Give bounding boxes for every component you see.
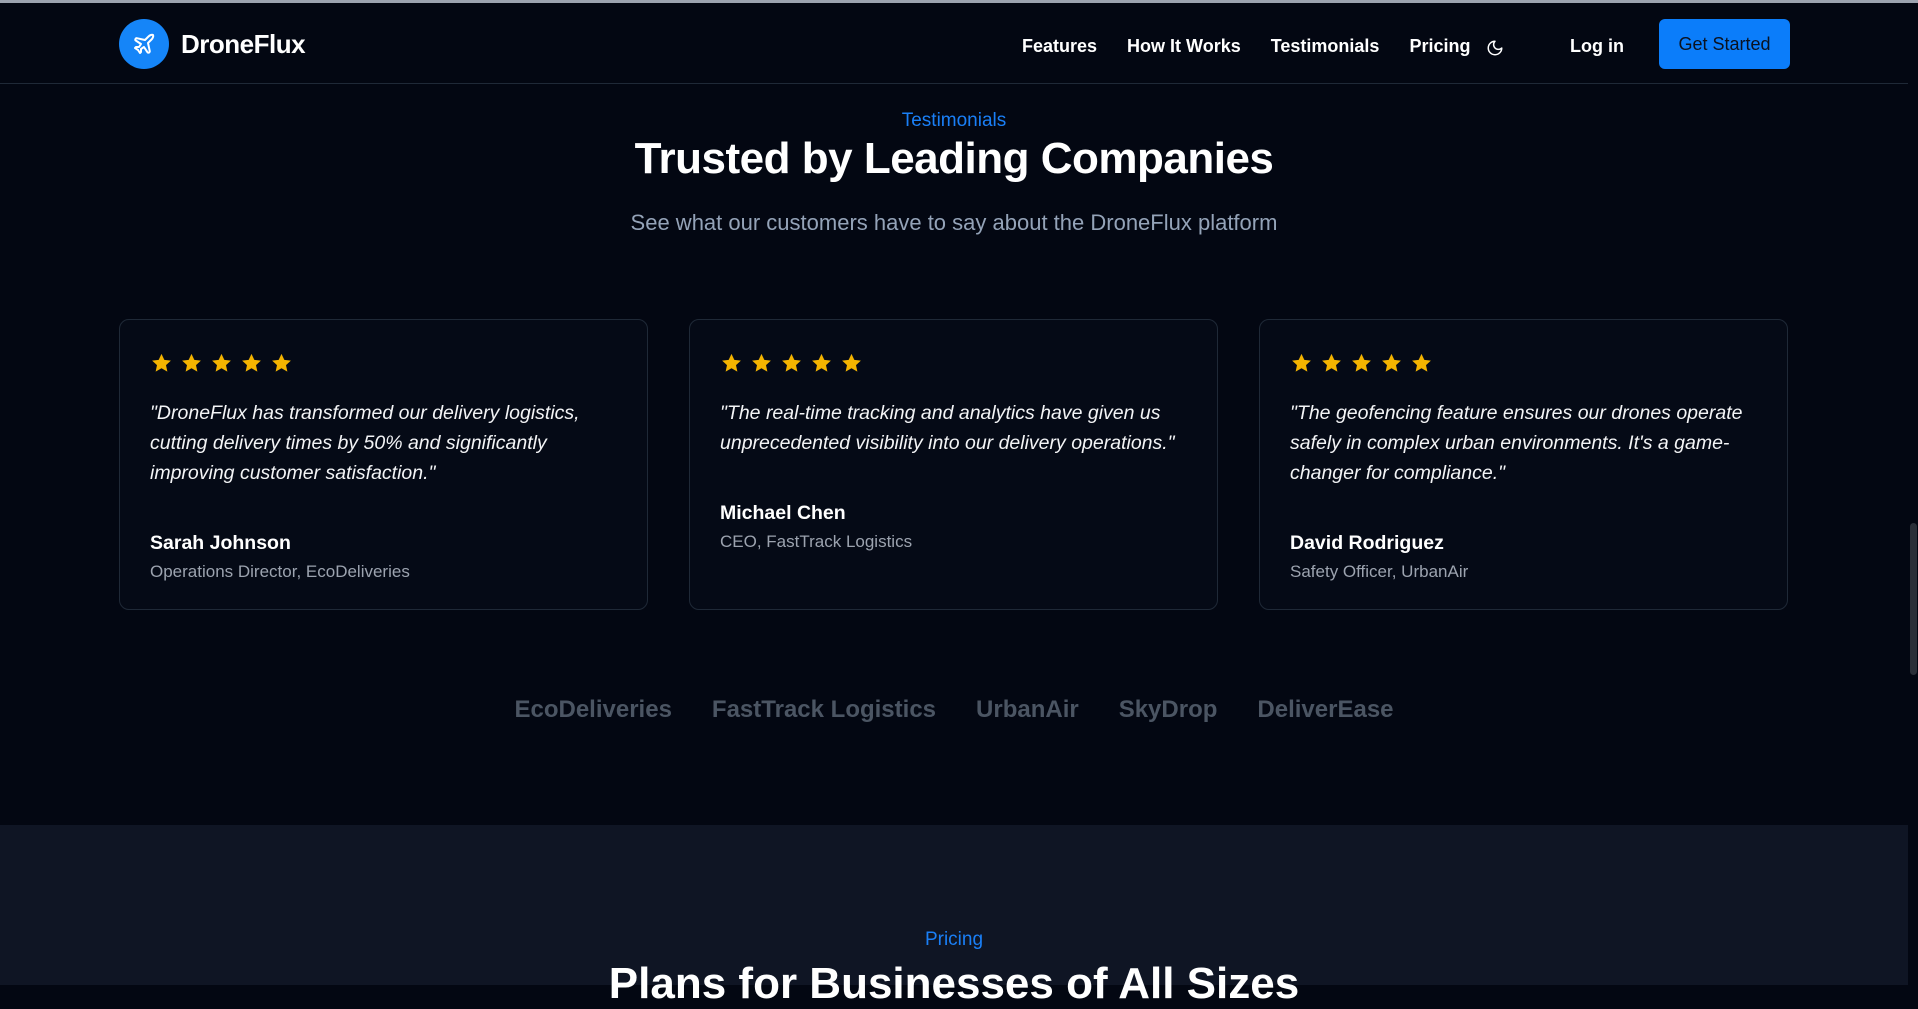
pricing-eyebrow: Pricing	[924, 929, 984, 950]
star-rating	[1290, 352, 1757, 378]
page-scrollbar[interactable]	[1908, 3, 1918, 974]
testimonial-role: Safety Officer, UrbanAir	[1290, 562, 1469, 581]
testimonial-author: David Rodriguez	[1290, 532, 1444, 554]
star-rating	[150, 352, 617, 378]
nav-pricing[interactable]: Pricing	[1409, 36, 1470, 57]
star-icon	[812, 353, 831, 372]
testimonial-cards: "DroneFlux has transformed our delivery …	[119, 319, 1788, 610]
nav-features[interactable]: Features	[1022, 36, 1097, 57]
star-icon	[1292, 353, 1311, 372]
star-icon	[722, 353, 741, 372]
brand-logo[interactable]: DroneFlux	[119, 19, 306, 69]
star-icon	[272, 353, 291, 372]
testimonial-role: CEO, FastTrack Logistics	[720, 532, 913, 551]
star-icon	[842, 353, 861, 372]
login-link[interactable]: Log in	[1570, 36, 1624, 57]
star-icon	[1322, 353, 1341, 372]
testimonial-author: Michael Chen	[720, 502, 846, 524]
testimonial-card: "The real-time tracking and analytics ha…	[689, 319, 1218, 610]
plane-icon	[119, 19, 169, 69]
testimonial-author: Sarah Johnson	[150, 532, 291, 554]
get-started-button[interactable]: Get Started	[1659, 19, 1790, 69]
star-icon	[212, 353, 231, 372]
scrollbar-thumb[interactable]	[1910, 523, 1917, 675]
client-logo: FastTrack Logistics	[711, 696, 937, 723]
testimonial-quote: "DroneFlux has transformed our delivery …	[150, 402, 580, 484]
testimonial-quote: "The real-time tracking and analytics ha…	[720, 402, 1175, 454]
client-logos: EcoDeliveries FastTrack Logistics UrbanA…	[0, 696, 1908, 724]
star-icon	[1382, 353, 1401, 372]
client-logo: DeliverEase	[1257, 696, 1394, 723]
testimonial-card: "DroneFlux has transformed our delivery …	[119, 319, 648, 610]
moon-icon[interactable]	[1483, 36, 1507, 60]
star-icon	[182, 353, 201, 372]
brand-name: DroneFlux	[181, 28, 306, 59]
main-nav: Features How It Works Testimonials Prici…	[1022, 36, 1500, 57]
star-icon	[1412, 353, 1431, 372]
star-icon	[242, 353, 261, 372]
testimonial-role: Operations Director, EcoDeliveries	[150, 562, 410, 581]
client-logo: EcoDeliveries	[514, 696, 672, 723]
testimonial-card: "The geofencing feature ensures our dron…	[1259, 319, 1788, 610]
star-rating	[720, 352, 1187, 378]
pricing-section: Pricing Plans for Businesses of All Size…	[0, 825, 1908, 1008]
section-title: Trusted by Leading Companies	[634, 134, 1274, 183]
star-icon	[1352, 353, 1371, 372]
nav-testimonials[interactable]: Testimonials	[1271, 36, 1380, 57]
pricing-title: Plans for Businesses of All Sizes	[608, 959, 1300, 1008]
site-header: DroneFlux Features How It Works Testimon…	[0, 3, 1908, 84]
testimonial-quote: "The geofencing feature ensures our dron…	[1290, 402, 1743, 484]
client-logo: UrbanAir	[976, 696, 1079, 723]
star-icon	[782, 353, 801, 372]
section-subtitle: See what our customers have to say about…	[630, 210, 1278, 235]
star-icon	[152, 353, 171, 372]
section-eyebrow: Testimonials	[901, 110, 1007, 131]
nav-how-it-works[interactable]: How It Works	[1127, 36, 1241, 57]
client-logo: SkyDrop	[1118, 696, 1218, 723]
page: DroneFlux Features How It Works Testimon…	[0, 3, 1908, 1008]
star-icon	[752, 353, 771, 372]
